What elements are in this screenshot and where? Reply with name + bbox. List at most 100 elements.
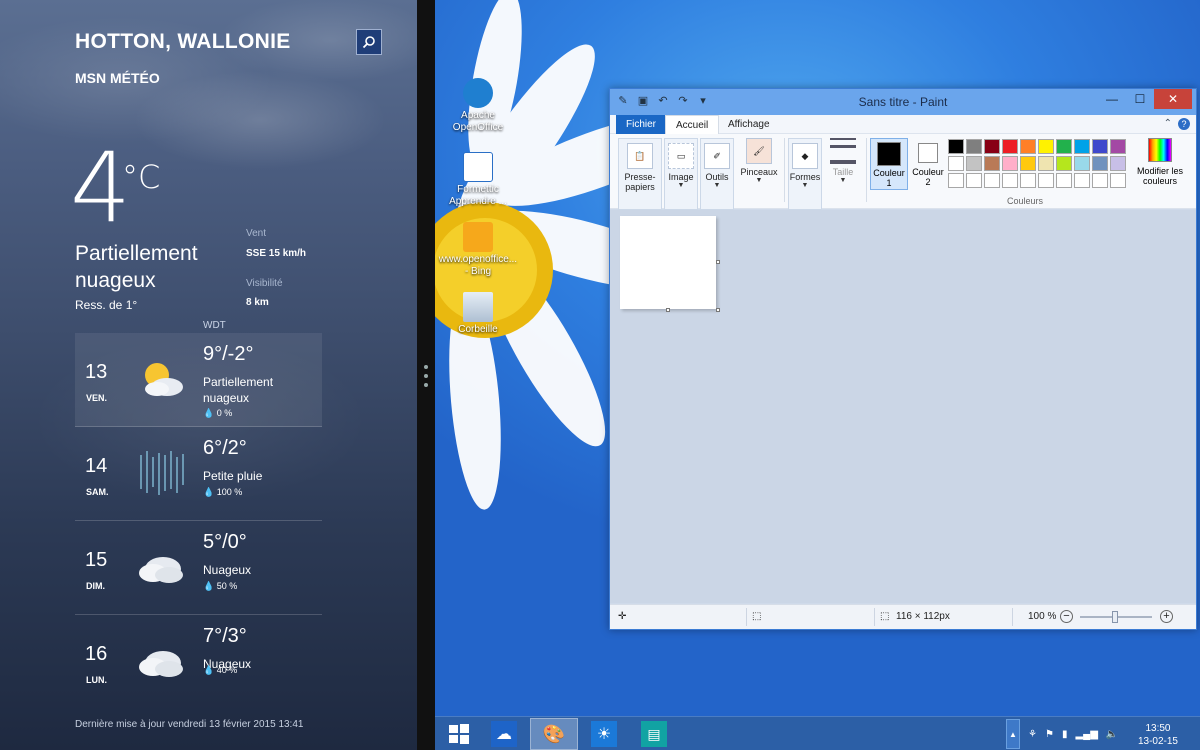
minimize-button[interactable]: — (1098, 89, 1126, 109)
palette-swatch[interactable] (948, 173, 964, 188)
close-button[interactable]: ✕ (1154, 89, 1192, 109)
forecast-temps: 5°/0° (203, 531, 247, 553)
paint-icon: 🎨 (542, 723, 566, 744)
resize-handle-corner[interactable] (716, 308, 720, 312)
palette-swatch[interactable] (1038, 173, 1054, 188)
help-icon[interactable]: ? (1178, 118, 1190, 130)
palette-swatch[interactable] (1110, 173, 1126, 188)
desktop-icon-bing[interactable]: www.openoffice... - Bing (438, 222, 518, 278)
clipboard-icon: 📋 (627, 143, 653, 169)
palette-swatch[interactable] (1002, 173, 1018, 188)
edit-colors-label: Modifier les couleurs (1136, 166, 1183, 186)
palette-swatch[interactable] (1020, 139, 1036, 154)
zoom-out-button[interactable]: − (1060, 610, 1073, 623)
resize-handle-right[interactable] (716, 260, 720, 264)
palette-swatch[interactable] (1056, 139, 1072, 154)
tab-home[interactable]: Accueil (665, 115, 720, 134)
palette-swatch[interactable] (984, 139, 1000, 154)
palette-swatch[interactable] (1020, 173, 1036, 188)
palette-swatch[interactable] (1020, 156, 1036, 171)
show-hidden-icons-button[interactable]: ▲ (1006, 719, 1020, 749)
tools-button[interactable]: ✐ Outils ▼ (700, 138, 734, 210)
search-button[interactable] (356, 29, 382, 55)
forecast-day[interactable]: 15 DIM. 5°/0° Nuageux 💧 50 % (75, 521, 322, 615)
clock-date: 13-02-15 (1137, 736, 1178, 747)
tab-view[interactable]: Affichage (718, 115, 780, 134)
resize-handle-bottom[interactable] (666, 308, 670, 312)
size-button[interactable]: Taille ▼ (826, 138, 860, 184)
palette-swatch[interactable] (984, 156, 1000, 171)
shapes-button[interactable]: ◆ Formes ▼ (788, 138, 822, 210)
image-button[interactable]: ▭ Image ▼ (664, 138, 698, 210)
paint-titlebar[interactable]: ✎ ▣ ↶ ↷ ▾ Sans titre - Paint — ☐ ✕ (610, 89, 1196, 115)
palette-swatch[interactable] (1110, 139, 1126, 154)
tools-icon: ✐ (704, 143, 730, 169)
canvas-area[interactable] (610, 210, 1196, 603)
divider-grip[interactable] (424, 365, 428, 387)
action-center-flag-icon[interactable]: ⚑ (1045, 729, 1054, 740)
palette-swatch[interactable] (1110, 156, 1126, 171)
collapse-ribbon-icon[interactable]: ⌃ (1164, 118, 1172, 129)
palette-swatch[interactable] (948, 156, 964, 171)
desktop-icon-formettic[interactable]: Formettic Apprendre ... (438, 152, 518, 208)
forecast-day[interactable]: 16 LUN. 7°/3° Nuageux 💧 40 % (75, 615, 322, 685)
palette-swatch[interactable] (1092, 156, 1108, 171)
color-palette (948, 139, 1126, 188)
taskbar-clock[interactable]: 13:50 13-02-15 (1138, 722, 1178, 748)
start-button[interactable] (435, 718, 483, 750)
visibility-value: 8 km (246, 297, 269, 308)
zoom-in-button[interactable]: + (1160, 610, 1173, 623)
taskbar-onedrive[interactable]: ☁ (480, 718, 528, 750)
palette-swatch[interactable] (1038, 156, 1054, 171)
visibility-label: Visibilité (246, 278, 283, 289)
desktop-icon-recycle-bin[interactable]: Corbeille (438, 292, 518, 336)
palette-swatch[interactable] (1002, 156, 1018, 171)
network-sharing-icon[interactable]: ⚘ (1028, 729, 1037, 740)
forecast-day[interactable]: 13 VEN. 9°/-2° Partiellement nuageux 💧 0… (75, 333, 322, 427)
color1-button[interactable]: Couleur 1 (870, 138, 908, 190)
snap-divider[interactable] (417, 0, 435, 750)
forecast-precipitation: 💧 100 % (203, 487, 243, 497)
tab-file[interactable]: Fichier (616, 115, 667, 134)
forecast-list: 13 VEN. 9°/-2° Partiellement nuageux 💧 0… (75, 333, 322, 685)
colors-group-label: Couleurs (1007, 196, 1044, 206)
palette-swatch[interactable] (1056, 173, 1072, 188)
forecast-day[interactable]: 14 SAM. 6°/2° Petite pluie 💧 100 % (75, 427, 322, 521)
palette-swatch[interactable] (1056, 156, 1072, 171)
brushes-button[interactable]: 🖌 Pinceaux ▼ (738, 138, 780, 184)
taskbar-store[interactable]: ▤ (630, 718, 678, 750)
clipboard-button[interactable]: 📋 Presse-papiers (618, 138, 662, 210)
taskbar-paint[interactable]: 🎨 (530, 718, 578, 750)
desktop-icon-openoffice[interactable]: Apache OpenOffice (438, 78, 518, 134)
zoom-slider[interactable] (1080, 611, 1152, 623)
taskbar-weather[interactable]: ☀ (580, 718, 628, 750)
palette-swatch[interactable] (1002, 139, 1018, 154)
palette-swatch[interactable] (1092, 139, 1108, 154)
edit-colors-button[interactable]: Modifier les couleurs (1132, 138, 1188, 186)
palette-swatch[interactable] (1092, 173, 1108, 188)
palette-swatch[interactable] (984, 173, 1000, 188)
palette-swatch[interactable] (966, 156, 982, 171)
clock-time: 13:50 (1145, 723, 1171, 734)
zoom-slider-knob[interactable] (1112, 611, 1118, 623)
power-icon[interactable]: ▮ (1062, 729, 1068, 740)
maximize-button[interactable]: ☐ (1126, 89, 1154, 109)
palette-swatch[interactable] (1074, 173, 1090, 188)
drawing-canvas[interactable] (620, 216, 716, 309)
wifi-signal-icon[interactable]: ▂▄▆ (1075, 729, 1097, 740)
palette-swatch[interactable] (1074, 139, 1090, 154)
forecast-temps: 9°/-2° (203, 343, 254, 365)
volume-icon[interactable]: 🔈 (1106, 729, 1118, 740)
chevron-down-icon: ▼ (677, 182, 685, 189)
taskbar: ☁ 🎨 ☀ ▤ ▲ ⚘ ⚑ ▮ ▂▄▆ 🔈 13:50 13-02-15 (435, 716, 1200, 750)
desktop-icon-label: www.openoffice... - Bing (438, 254, 518, 277)
palette-swatch[interactable] (1074, 156, 1090, 171)
palette-swatch[interactable] (948, 139, 964, 154)
color2-swatch (918, 143, 938, 163)
color2-button[interactable]: Couleur 2 (910, 138, 946, 190)
palette-swatch[interactable] (1038, 139, 1054, 154)
cursor-position-icon: ✛ (618, 611, 627, 622)
palette-swatch[interactable] (966, 173, 982, 188)
palette-swatch[interactable] (966, 139, 982, 154)
weather-app: HOTTON, WALLONIE MSN MÉTÉO 4 °C Partiell… (0, 0, 417, 750)
